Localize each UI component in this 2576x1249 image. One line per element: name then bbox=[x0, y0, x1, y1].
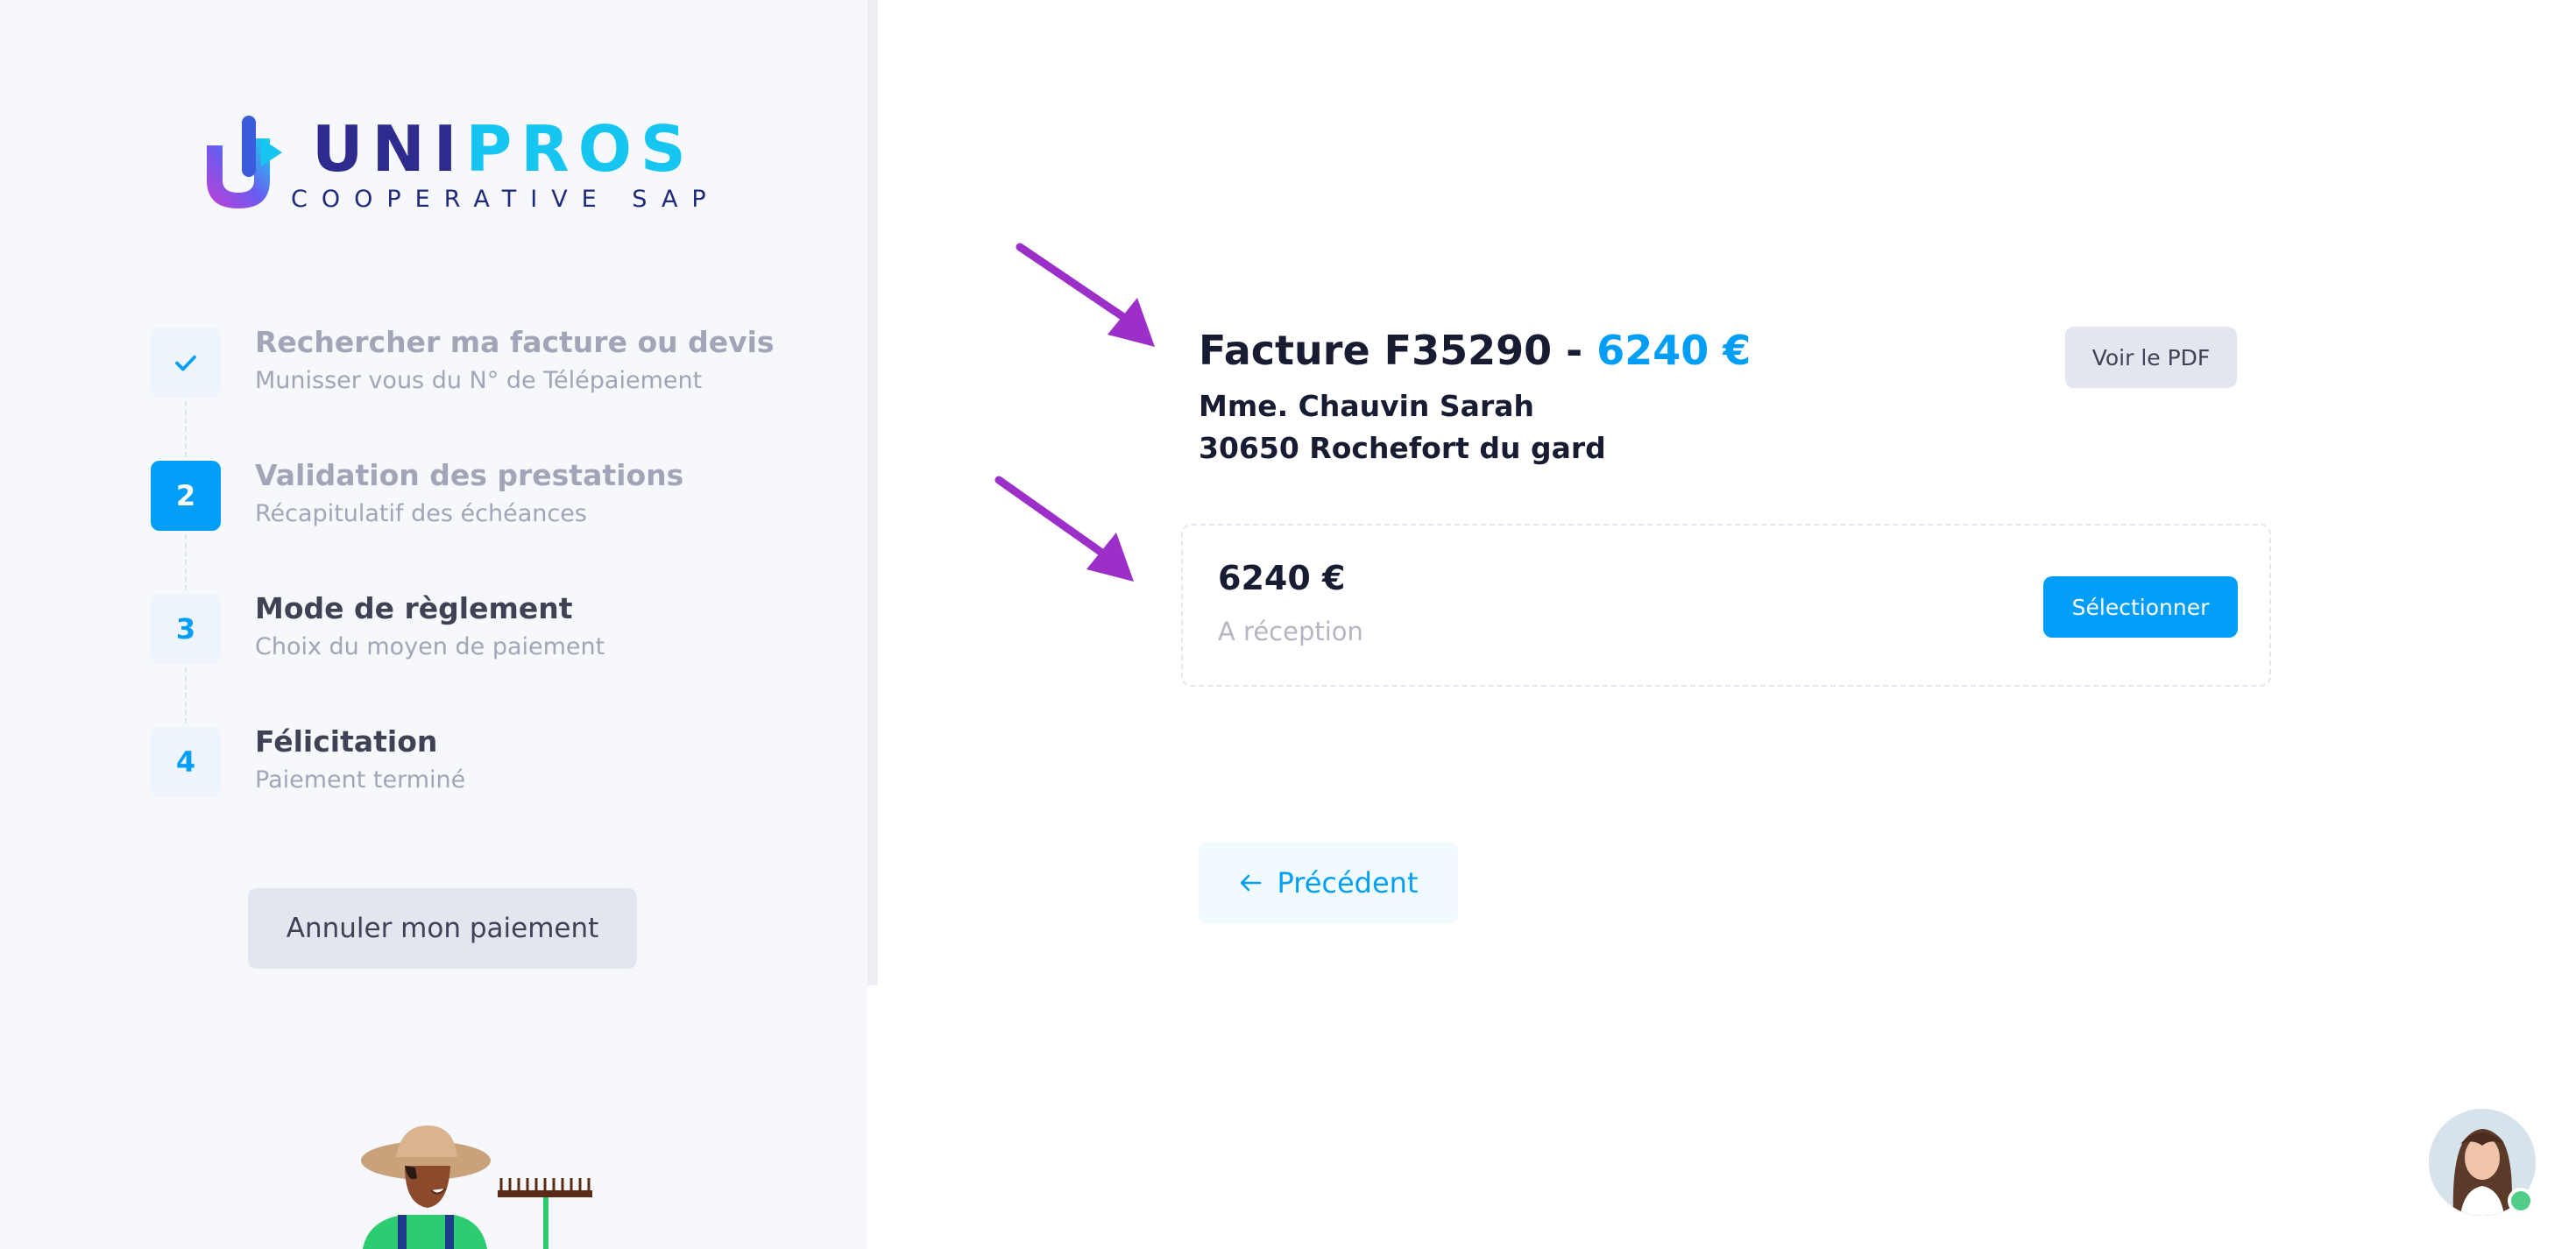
step-3-marker: 3 bbox=[151, 594, 221, 664]
stepper-connector bbox=[185, 667, 187, 723]
option-term: A réception bbox=[1218, 617, 1363, 646]
logo-pros: PROS bbox=[465, 112, 695, 186]
check-icon bbox=[175, 355, 196, 371]
main-content: Facture F35290 - 6240 € Mme. Chauvin Sar… bbox=[878, 0, 2576, 1249]
sidebar-scrollbar[interactable] bbox=[867, 0, 878, 985]
sidebar: UNIPROS COOPERATIVE SAP Rechercher ma fa… bbox=[0, 0, 867, 1249]
step-4-marker: 4 bbox=[151, 727, 221, 797]
previous-label: Précédent bbox=[1277, 866, 1419, 900]
cancel-payment-button[interactable]: Annuler mon paiement bbox=[248, 888, 637, 969]
client-name: Mme. Chauvin Sarah bbox=[1199, 389, 1534, 423]
logo-mark-icon bbox=[207, 116, 282, 208]
payment-option-card: 6240 € A réception Sélectionner bbox=[1181, 524, 2271, 687]
arrow-left-icon bbox=[1240, 874, 1261, 892]
unipros-logo: UNIPROS COOPERATIVE SAP bbox=[203, 112, 706, 213]
step-1-title: Rechercher ma facture ou devis bbox=[255, 325, 775, 359]
option-amount: 6240 € bbox=[1218, 559, 1346, 597]
step-2-subtitle: Récapitulatif des échéances bbox=[255, 500, 587, 527]
step-3-title: Mode de règlement bbox=[255, 591, 573, 625]
annotation-arrow-icon bbox=[1016, 243, 1155, 347]
step-2: 2 Validation des prestations Récapitulat… bbox=[151, 457, 817, 536]
step-3: 3 Mode de règlement Choix du moyen de pa… bbox=[151, 590, 817, 669]
step-1-marker bbox=[151, 328, 221, 398]
step-4-title: Félicitation bbox=[255, 724, 438, 759]
previous-button[interactable]: Précédent bbox=[1199, 843, 1458, 923]
step-4: 4 Félicitation Paiement terminé bbox=[151, 723, 817, 802]
invoice-title-prefix: Facture F35290 - bbox=[1199, 327, 1583, 374]
logo-tagline: COOPERATIVE SAP bbox=[291, 186, 720, 213]
step-1-subtitle: Munisser vous du N° de Télépaiement bbox=[255, 367, 703, 394]
logo-wordmark: UNIPROS bbox=[312, 114, 695, 184]
step-3-subtitle: Choix du moyen de paiement bbox=[255, 633, 605, 660]
invoice-title: Facture F35290 - 6240 € bbox=[1199, 324, 1751, 377]
step-1: Rechercher ma facture ou devis Munisser … bbox=[151, 324, 817, 403]
step-2-title: Validation des prestations bbox=[255, 458, 684, 492]
logo-uni: UNI bbox=[312, 112, 466, 186]
annotation-arrow-icon bbox=[994, 476, 1134, 582]
online-status-indicator bbox=[2508, 1188, 2534, 1214]
client-address: 30650 Rochefort du gard bbox=[1199, 431, 1606, 465]
stepper-connector bbox=[185, 534, 187, 590]
step-2-marker: 2 bbox=[151, 461, 221, 531]
select-option-button[interactable]: Sélectionner bbox=[2043, 576, 2238, 638]
invoice-amount: 6240 € bbox=[1596, 327, 1752, 374]
gardener-illustration bbox=[361, 1126, 592, 1249]
view-pdf-button[interactable]: Voir le PDF bbox=[2065, 327, 2237, 388]
step-4-subtitle: Paiement terminé bbox=[255, 766, 466, 794]
stepper-connector bbox=[185, 401, 187, 457]
